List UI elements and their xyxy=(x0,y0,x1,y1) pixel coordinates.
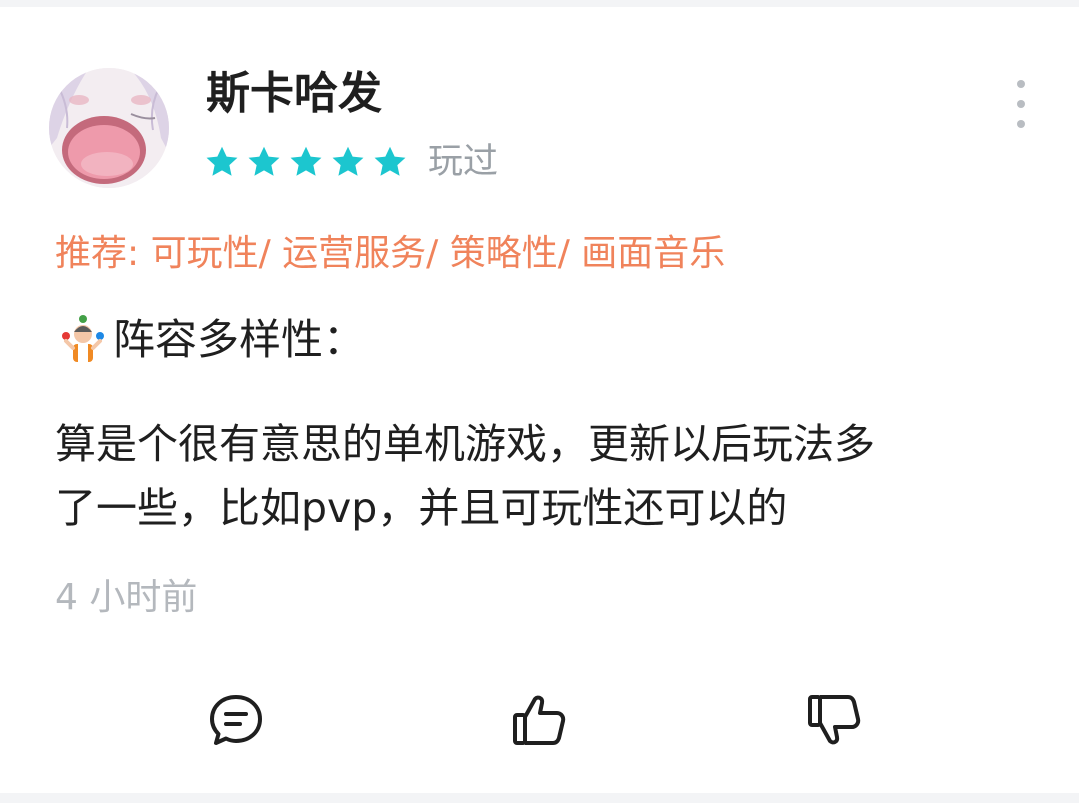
comment-button[interactable] xyxy=(206,690,266,750)
bottom-divider xyxy=(0,793,1079,803)
star-icon xyxy=(332,146,364,176)
recommend-tags: 推荐: 可玩性/ 运营服务/ 策略性/ 画面音乐 xyxy=(55,233,726,274)
rating-stars xyxy=(204,142,414,182)
user-avatar[interactable] xyxy=(49,68,169,188)
review-body-line: 了一些，比如pvp，并且可玩性还可以的 xyxy=(55,484,788,532)
review-body: 算是个很有意思的单机游戏，更新以后玩法多 了一些，比如pvp，并且可玩性还可以的 xyxy=(55,412,1045,540)
review-card: 斯卡哈发 玩过 推荐: 可玩性/ 运营服务/ 策略性/ 画面音乐 阵容多样性： xyxy=(0,0,1079,803)
menu-dot xyxy=(1017,100,1025,108)
post-timestamp: 4 小时前 xyxy=(55,577,198,618)
more-vertical-icon[interactable] xyxy=(1004,80,1038,128)
dislike-button[interactable] xyxy=(804,690,864,750)
star-icon xyxy=(290,146,322,176)
author-name[interactable]: 斯卡哈发 xyxy=(206,64,382,124)
comment-icon xyxy=(210,695,262,745)
section-heading: 阵容多样性： xyxy=(57,312,365,368)
like-button[interactable] xyxy=(509,690,569,750)
section-title: 阵容多样性： xyxy=(113,315,366,364)
star-icon xyxy=(206,146,238,176)
top-divider xyxy=(0,0,1079,7)
star-icon xyxy=(374,146,406,176)
star-icon xyxy=(248,146,280,176)
thumbs-up-icon xyxy=(513,695,566,745)
review-body-line: 算是个很有意思的单机游戏，更新以后玩法多 xyxy=(55,420,875,468)
menu-dot xyxy=(1017,80,1025,88)
menu-dot xyxy=(1017,120,1025,128)
played-status-label: 玩过 xyxy=(428,142,499,182)
thumbs-down-icon xyxy=(808,695,861,745)
juggler-emoji-icon xyxy=(62,315,104,362)
anime-girl-avatar-icon xyxy=(49,68,169,188)
